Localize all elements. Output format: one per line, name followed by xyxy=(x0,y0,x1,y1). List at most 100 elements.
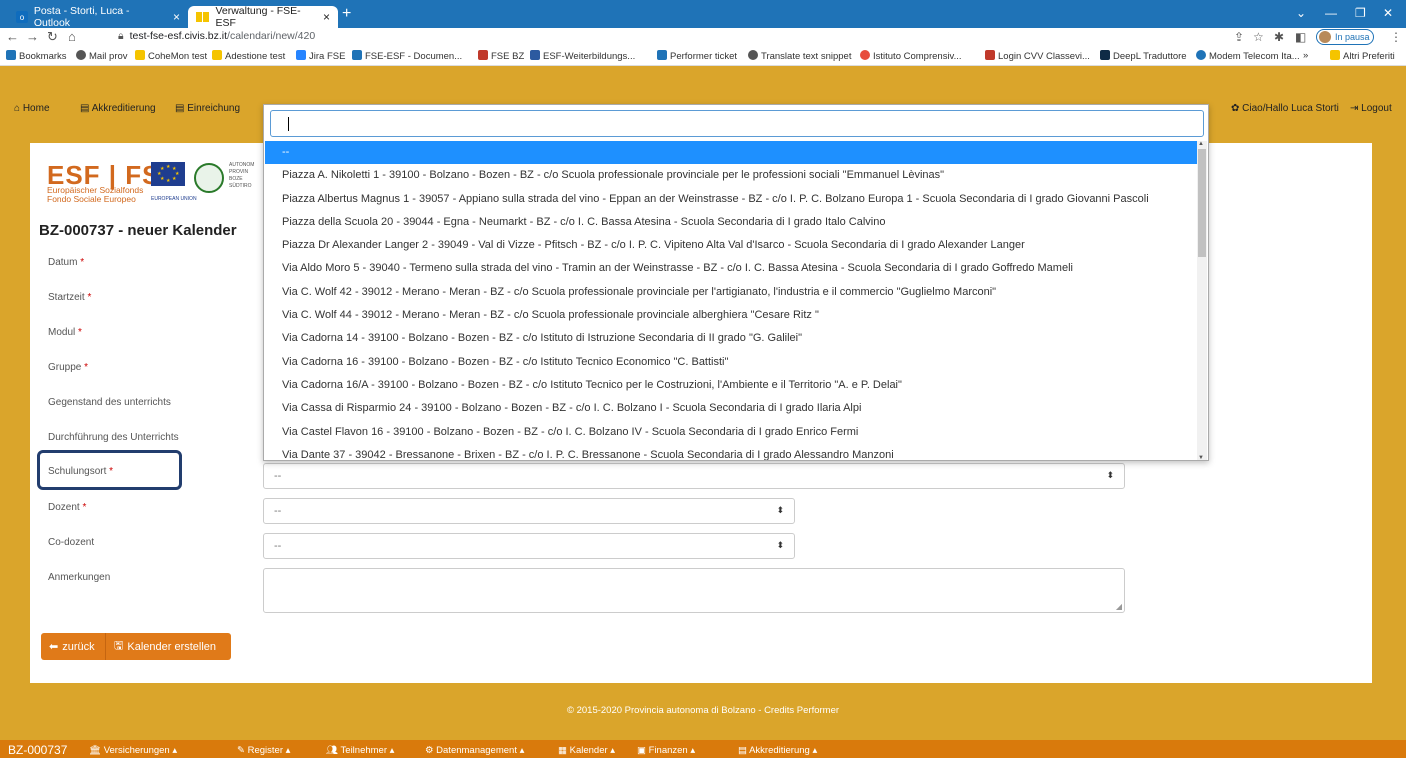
dropdown-scrollbar[interactable]: ▲ ▼ xyxy=(1197,141,1207,460)
address-bar: ← → ↻ ⌂ 🔒︎ test-fse-esf.civis.bz.it/calen… xyxy=(0,28,1406,46)
dropdown-option[interactable]: Piazza della Scuola 20 - 39044 - Egna - … xyxy=(265,211,1199,234)
maximize-icon[interactable]: ❐ xyxy=(1355,6,1366,20)
bottom-register[interactable]: ✎ Register ▴ xyxy=(237,745,290,756)
star-icon[interactable]: ☆ xyxy=(1253,30,1264,44)
tab-search-icon[interactable]: ⌄ xyxy=(1296,6,1306,20)
tab-title: Posta - Storti, Luca - Outlook xyxy=(33,5,130,29)
label-datum: Datum * xyxy=(48,257,85,268)
menu-icon[interactable]: ⋮ xyxy=(1390,30,1402,44)
save-icon: 🖫︎ xyxy=(114,640,124,652)
dropdown-option[interactable]: Via C. Wolf 44 - 39012 - Merano - Meran … xyxy=(265,304,1199,327)
sidepanel-icon[interactable]: ◧ xyxy=(1295,30,1306,44)
tab-outlook[interactable]: o Posta - Storti, Luca - Outlook × xyxy=(8,5,188,29)
close-icon[interactable]: × xyxy=(173,10,180,24)
doc-icon xyxy=(352,50,362,60)
nav-home[interactable]: ⌂ Home xyxy=(14,103,50,114)
bookmarks-overflow[interactable]: » xyxy=(1303,50,1308,61)
label-codozent: Co-dozent xyxy=(48,537,95,548)
bookmark-item[interactable]: Performer ticket xyxy=(657,50,737,62)
fse-icon xyxy=(135,50,145,60)
url-host: test-fse-esf.civis.bz.it xyxy=(129,30,228,42)
bookmark-item[interactable]: Istituto Comprensiv... xyxy=(860,50,962,62)
dropdown-option[interactable]: Via Aldo Moro 5 - 39040 - Termeno sulla … xyxy=(265,257,1199,280)
select-arrows-icon: ⬍ xyxy=(1106,470,1114,480)
resize-grip-icon[interactable]: ◢ xyxy=(1116,602,1122,611)
nav-akkreditierung[interactable]: ▤ Akkreditierung xyxy=(80,103,156,114)
dropdown-option[interactable]: Via Cadorna 16/A - 39100 - Bolzano - Boz… xyxy=(265,374,1199,397)
schulungsort-select[interactable]: -- ⬍ xyxy=(263,463,1125,489)
new-tab-icon[interactable]: + xyxy=(342,5,351,23)
bookmark-item[interactable]: Jira FSE xyxy=(296,50,345,62)
scroll-up-icon[interactable]: ▲ xyxy=(1198,141,1204,147)
bookmark-item[interactable]: FSE BZ xyxy=(478,50,524,62)
nav-einreichung[interactable]: ▤ Einreichung xyxy=(175,103,240,114)
dropdown-option[interactable]: Via C. Wolf 42 - 39012 - Merano - Meran … xyxy=(265,281,1199,304)
bottom-versicherungen[interactable]: 🏛︎ Versicherungen ▴ xyxy=(89,745,177,756)
anmerkungen-textarea[interactable]: ◢ xyxy=(263,568,1125,613)
dropdown-option[interactable]: Via Cassa di Risparmio 24 - 39100 - Bolz… xyxy=(265,397,1199,420)
page-title: BZ-000737 - neuer Kalender xyxy=(39,222,237,239)
bookmark-item[interactable]: Adestione test xyxy=(212,50,285,62)
tab-verwaltung[interactable]: Verwaltung - FSE-ESF × xyxy=(188,5,338,29)
forward-icon[interactable]: → xyxy=(26,29,39,44)
create-calendar-button[interactable]: 🖫︎ Kalender erstellen xyxy=(105,633,231,660)
dropdown-search-input[interactable] xyxy=(270,110,1204,137)
bottom-kalender[interactable]: ▦ Kalender ▴ xyxy=(558,745,615,756)
bookmark-item[interactable]: Mail prov xyxy=(76,50,128,62)
scroll-down-icon[interactable]: ▼ xyxy=(1198,455,1204,460)
bookmark-item[interactable]: Modem Telecom Ita... xyxy=(1196,50,1300,62)
fse-icon xyxy=(212,50,222,60)
dropdown-option[interactable]: Piazza A. Nikoletti 1 - 39100 - Bolzano … xyxy=(265,164,1199,187)
reload-icon[interactable]: ↻ xyxy=(47,29,58,45)
scrollbar-thumb[interactable] xyxy=(1198,149,1206,257)
url-field[interactable]: 🔒︎ test-fse-esf.civis.bz.it/calendari/new… xyxy=(118,30,315,43)
window-close-icon[interactable]: ✕ xyxy=(1383,6,1393,20)
telecom-icon xyxy=(1196,50,1206,60)
fse-favicon-icon xyxy=(196,12,210,22)
dropdown-option[interactable]: Via Dante 37 - 39042 - Bressanone - Brix… xyxy=(265,444,1199,460)
back-button[interactable]: ⬅ zurück xyxy=(41,633,105,660)
share-icon[interactable]: ⇪ xyxy=(1234,30,1244,44)
browser-tab-bar: o Posta - Storti, Luca - Outlook × Verwa… xyxy=(0,0,1406,29)
globe-icon xyxy=(76,50,86,60)
nav-user[interactable]: ✿ Ciao/Hallo Luca Storti xyxy=(1231,103,1339,114)
close-icon[interactable]: × xyxy=(323,10,330,24)
dropdown-option[interactable]: Via Cadorna 16 - 39100 - Bolzano - Bozen… xyxy=(265,351,1199,374)
back-icon[interactable]: ← xyxy=(6,29,19,44)
codozent-select[interactable]: -- ⬍ xyxy=(263,533,795,559)
home-icon[interactable]: ⌂ xyxy=(68,29,76,44)
dropdown-option[interactable]: Piazza Dr Alexander Langer 2 - 39049 - V… xyxy=(265,234,1199,257)
label-modul: Modul * xyxy=(48,327,82,338)
profile-button[interactable]: In pausa xyxy=(1316,29,1374,45)
dropdown-option-empty[interactable]: -- xyxy=(265,141,1199,165)
dropdown-options: -- Piazza A. Nikoletti 1 - 39100 - Bolza… xyxy=(265,141,1199,460)
bookmark-item[interactable]: ESF-Weiterbildungs... xyxy=(530,50,635,62)
minimize-icon[interactable]: — xyxy=(1325,6,1337,20)
bottom-bar: BZ-000737 🏛︎ Versicherungen ▴ ✎ Register… xyxy=(0,740,1406,758)
bookmark-item[interactable]: CoheMon test xyxy=(135,50,207,62)
schulungsort-highlight xyxy=(37,450,182,490)
dropdown-option[interactable]: Via Castel Flavon 16 - 39100 - Bolzano -… xyxy=(265,421,1199,444)
bookmark-folder[interactable]: Altri Preferiti xyxy=(1330,50,1395,62)
select-arrows-icon: ⬍ xyxy=(776,505,784,515)
bookmark-item[interactable]: DeepL Traduttore xyxy=(1100,50,1187,62)
bookmark-item[interactable]: Login CVV Classevi... xyxy=(985,50,1090,62)
extensions-icon[interactable]: ✱ xyxy=(1274,30,1284,44)
dozent-select[interactable]: -- ⬍ xyxy=(263,498,795,524)
eagle-icon xyxy=(478,50,488,60)
label-anmerkungen: Anmerkungen xyxy=(48,572,111,583)
label-startzeit: Startzeit * xyxy=(48,292,92,303)
bottom-finanzen[interactable]: ▣ Finanzen ▴ xyxy=(637,745,695,756)
cvv-icon xyxy=(985,50,995,60)
dropdown-option[interactable]: Piazza Albertus Magnus 1 - 39057 - Appia… xyxy=(265,188,1199,211)
bookmark-item[interactable]: FSE-ESF - Documen... xyxy=(352,50,462,62)
bottom-teilnehmer[interactable]: 👥︎ Teilnehmer ▴ xyxy=(326,745,394,756)
dropdown-option[interactable]: Via Cadorna 14 - 39100 - Bolzano - Bozen… xyxy=(265,327,1199,350)
esf-icon xyxy=(530,50,540,60)
bookmark-item[interactable]: Bookmarks xyxy=(6,50,67,62)
nav-logout[interactable]: ⇥ Logout xyxy=(1350,103,1392,114)
text-caret xyxy=(288,117,289,131)
bottom-datenmanagement[interactable]: ⚙ Datenmanagement ▴ xyxy=(425,745,524,756)
bottom-akkreditierung[interactable]: ▤ Akkreditierung ▴ xyxy=(738,745,817,756)
bookmark-item[interactable]: Translate text snippet xyxy=(748,50,851,62)
